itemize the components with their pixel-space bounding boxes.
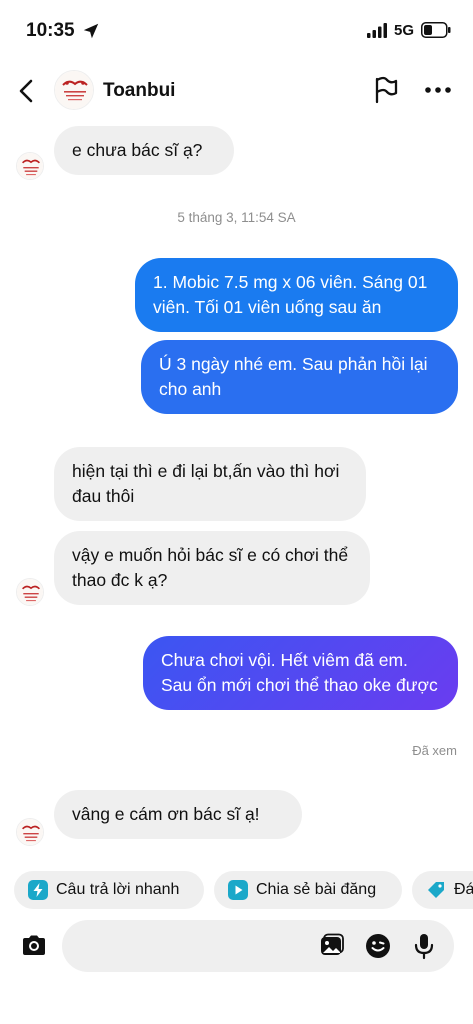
message-text: vâng e cám ơn bác sĩ ạ! <box>72 804 260 824</box>
message-text: vậy e muốn hỏi bác sĩ e có chơi thể thao… <box>72 545 349 590</box>
status-bar: 10:35 5G <box>0 0 473 60</box>
message-text: hiện tại thì e đi lại bt,ấn vào thì hơi … <box>72 461 340 506</box>
network-type: 5G <box>394 22 415 39</box>
message-text: e chưa bác sĩ ạ? <box>72 140 203 160</box>
message-text: 1. Mobic 7.5 mg x 06 viên. Sáng 01 viên.… <box>153 272 428 317</box>
avatar-image <box>17 579 43 605</box>
message-outgoing[interactable]: Chưa chơi vội. Hết viêm đã em. Sau ổn mớ… <box>143 636 458 710</box>
message-text: Chưa chơi vội. Hết viêm đã em. Sau ổn mớ… <box>161 650 438 695</box>
message-outgoing[interactable]: 1. Mobic 7.5 mg x 06 viên. Sáng 01 viên.… <box>135 258 458 332</box>
camera-icon[interactable] <box>14 926 54 966</box>
contact-name[interactable]: Toanbui <box>103 80 175 102</box>
seen-status: Đã xem <box>412 743 457 758</box>
status-time: 10:35 <box>26 20 75 41</box>
tag-chip[interactable]: Đá <box>412 871 473 909</box>
message-composer <box>14 920 456 972</box>
sender-avatar[interactable] <box>16 578 44 606</box>
quick-actions-row: Câu trả lời nhanh Chia sẻ bài đăng Đá <box>0 868 473 912</box>
sender-avatar[interactable] <box>16 818 44 846</box>
gallery-icon[interactable] <box>318 932 346 960</box>
chip-label: Đá <box>454 881 473 898</box>
battery-icon <box>421 22 451 38</box>
more-horizontal-icon[interactable] <box>424 78 452 102</box>
signal-icon <box>367 23 387 38</box>
message-outgoing[interactable]: Ú 3 ngày nhé em. Sau phản hồi lại cho an… <box>141 340 458 414</box>
flag-icon[interactable] <box>372 76 400 104</box>
message-input[interactable] <box>62 920 454 972</box>
message-incoming[interactable]: hiện tại thì e đi lại bt,ấn vào thì hơi … <box>54 447 366 521</box>
tag-icon <box>428 882 444 898</box>
conversation-header: Toanbui <box>0 60 473 122</box>
message-incoming[interactable]: vâng e cám ơn bác sĩ ạ! <box>54 790 302 839</box>
avatar-image <box>17 819 43 845</box>
location-arrow-icon <box>83 23 99 39</box>
play-square-icon <box>228 880 248 900</box>
message-incoming[interactable]: e chưa bác sĩ ạ? <box>54 126 234 175</box>
message-timestamp: 5 tháng 3, 11:54 SA <box>177 210 296 225</box>
avatar-image <box>17 153 43 179</box>
message-incoming[interactable]: vậy e muốn hỏi bác sĩ e có chơi thể thao… <box>54 531 370 605</box>
sticker-icon[interactable] <box>364 932 392 960</box>
sender-avatar[interactable] <box>16 152 44 180</box>
contact-avatar[interactable] <box>54 70 94 110</box>
chip-label: Chia sẻ bài đăng <box>256 881 377 898</box>
chip-label: Câu trả lời nhanh <box>56 881 180 898</box>
microphone-icon[interactable] <box>410 932 438 960</box>
chat-screen: 10:35 5G Toanbui e chưa bác sĩ ạ? 5 thán… <box>0 0 473 1024</box>
back-button[interactable] <box>14 78 40 104</box>
message-text: Ú 3 ngày nhé em. Sau phản hồi lại cho an… <box>159 354 428 399</box>
quick-reply-chip[interactable]: Câu trả lời nhanh <box>14 871 204 909</box>
avatar-image <box>55 71 93 109</box>
lightning-icon <box>28 880 48 900</box>
share-post-chip[interactable]: Chia sẻ bài đăng <box>214 871 402 909</box>
